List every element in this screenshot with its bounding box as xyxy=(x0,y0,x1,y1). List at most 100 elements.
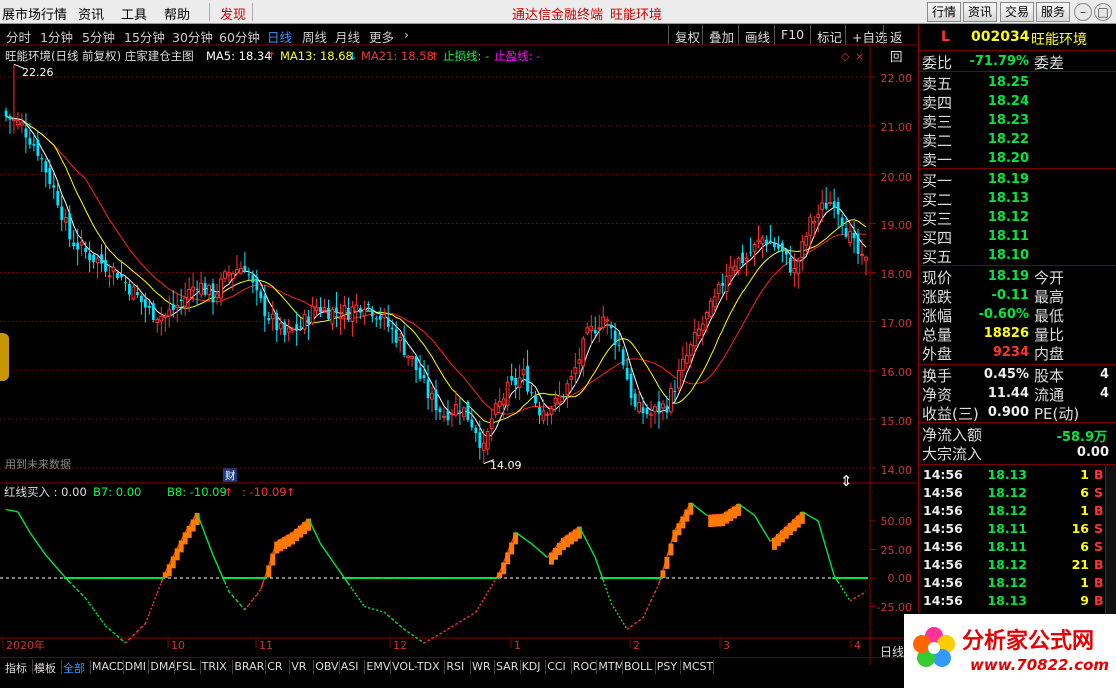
indicator-segment xyxy=(825,548,831,563)
candle-body xyxy=(461,407,466,418)
candle-body xyxy=(864,256,868,261)
indicator-tab[interactable]: VR xyxy=(291,660,306,673)
tab-separator xyxy=(364,660,366,674)
indicator-segment xyxy=(232,595,238,602)
candle-body xyxy=(302,314,307,330)
news-button[interactable]: 资讯 xyxy=(963,2,997,22)
indicator-tab[interactable]: ROC xyxy=(573,660,597,673)
menu-discover[interactable]: 发现 xyxy=(220,4,246,23)
candle-body xyxy=(414,356,418,371)
menu-market[interactable]: 展市场行情 xyxy=(2,4,67,23)
indicator-segment xyxy=(614,609,620,617)
indicator-tab[interactable]: RSI xyxy=(446,660,464,673)
candle-body xyxy=(708,300,713,317)
service-button[interactable]: 服务 xyxy=(1036,2,1070,22)
candle-body xyxy=(32,143,36,146)
indicator-tab[interactable]: OBV xyxy=(315,660,338,673)
indicator-tab[interactable]: TRIX xyxy=(202,660,227,673)
indicator-tab[interactable]: MCST xyxy=(682,660,713,673)
indicator-tab[interactable]: VOL-TDX xyxy=(392,660,440,673)
menu-help[interactable]: 帮助 xyxy=(164,4,190,23)
indicator-segment xyxy=(535,546,540,552)
candle-body xyxy=(653,406,657,413)
indicator-tab[interactable]: KDJ xyxy=(522,660,541,673)
menu-info[interactable]: 资讯 xyxy=(78,4,104,23)
maximize-icon[interactable]: □ xyxy=(1094,3,1112,21)
indicator-tab[interactable]: CR xyxy=(267,660,282,673)
candle-body xyxy=(79,241,84,246)
indicator-tab[interactable]: MACD xyxy=(92,660,125,673)
indicator-tab[interactable]: BOLL xyxy=(624,660,652,673)
candle-body xyxy=(84,247,88,253)
indicator-tab[interactable]: SAR xyxy=(496,660,518,673)
indicator-segment xyxy=(403,628,409,633)
candle-body xyxy=(255,276,259,291)
candle-body xyxy=(796,260,801,275)
watermark-url: www.70822.com xyxy=(970,656,1109,674)
candle-body xyxy=(541,410,546,421)
bid-price[interactable]: 18.11 xyxy=(969,229,1029,244)
candle-body xyxy=(692,331,697,347)
candle-body xyxy=(299,326,303,328)
indicator-segment xyxy=(427,637,433,642)
indicator-tab[interactable]: 指标 xyxy=(5,660,27,676)
date-tick-label: 2020年 xyxy=(6,638,45,652)
candle-body xyxy=(605,319,610,322)
bid-price[interactable]: 18.19 xyxy=(969,172,1029,187)
indicator-tab[interactable]: DMI xyxy=(125,660,146,673)
ask-price[interactable]: 18.23 xyxy=(969,113,1029,128)
candle-body xyxy=(724,275,729,292)
bid-price[interactable]: 18.10 xyxy=(969,248,1029,263)
minimize-icon[interactable]: – xyxy=(1074,3,1092,21)
candle-body xyxy=(267,318,271,321)
quote-button[interactable]: 行情 xyxy=(927,2,961,22)
candle-body xyxy=(36,139,40,156)
indicator-tab[interactable]: MTM xyxy=(598,660,624,673)
indicator-segment xyxy=(41,549,47,556)
indicator-tab[interactable]: 全部 xyxy=(63,660,85,676)
candle-body xyxy=(593,329,597,334)
candle-body xyxy=(366,303,370,306)
trade-button[interactable]: 交易 xyxy=(1000,2,1034,22)
indicator-tab[interactable]: DMA xyxy=(150,660,176,673)
indicator-segment xyxy=(315,535,322,545)
indicator-segment xyxy=(650,591,656,602)
candle-body xyxy=(386,317,390,327)
candle-body xyxy=(171,304,175,310)
tab-separator xyxy=(232,660,234,674)
tick-price: 18.12 xyxy=(987,575,1027,590)
stat-label-2: 量比 xyxy=(1034,326,1065,344)
date-tick-label: 11 xyxy=(259,639,273,652)
watermark-title: 分析家公式网 xyxy=(962,628,1094,654)
indicator-tab[interactable]: ASI xyxy=(341,660,359,673)
y-tick-label: 18.00 xyxy=(881,268,913,281)
bid-price[interactable]: 18.12 xyxy=(969,210,1029,225)
b7-legend: B7: 0.00 xyxy=(93,485,141,499)
menu-tools[interactable]: 工具 xyxy=(121,4,147,23)
indicator-segment xyxy=(33,537,39,545)
indicator-tab[interactable]: PSY xyxy=(657,660,677,673)
candle-body xyxy=(629,373,633,399)
indicator-tab[interactable]: BRAR xyxy=(234,660,264,673)
weicha-label: 委差 xyxy=(1034,54,1065,72)
ask-price[interactable]: 18.24 xyxy=(969,94,1029,109)
candle-body xyxy=(501,398,506,406)
ask-price[interactable]: 18.22 xyxy=(969,132,1029,147)
candle-body xyxy=(784,250,788,255)
candle-body xyxy=(251,275,255,283)
indicator-tab[interactable]: EMV xyxy=(366,660,390,673)
kline-chart[interactable]: 旺能环境(日线 前复权) 庄家建仓主图 MA5: 18.34 ↑ MA13: 1… xyxy=(0,25,917,665)
bigflow-label: 大宗流入 xyxy=(922,445,983,463)
scrollbar[interactable] xyxy=(1105,465,1116,625)
indicator-tab[interactable]: 模板 xyxy=(34,660,56,676)
ask-price[interactable]: 18.25 xyxy=(969,75,1029,90)
indicator-tab[interactable]: FSL xyxy=(176,660,195,673)
indicator-tab[interactable]: CCI xyxy=(547,660,566,673)
bid-price[interactable]: 18.13 xyxy=(969,191,1029,206)
left-collapse-handle[interactable] xyxy=(0,333,9,381)
indicator-tab[interactable]: WR xyxy=(472,660,491,673)
ask-price[interactable]: 18.20 xyxy=(969,151,1029,166)
candle-body xyxy=(227,272,231,276)
candle-body xyxy=(275,313,279,331)
candle-body xyxy=(124,282,127,284)
